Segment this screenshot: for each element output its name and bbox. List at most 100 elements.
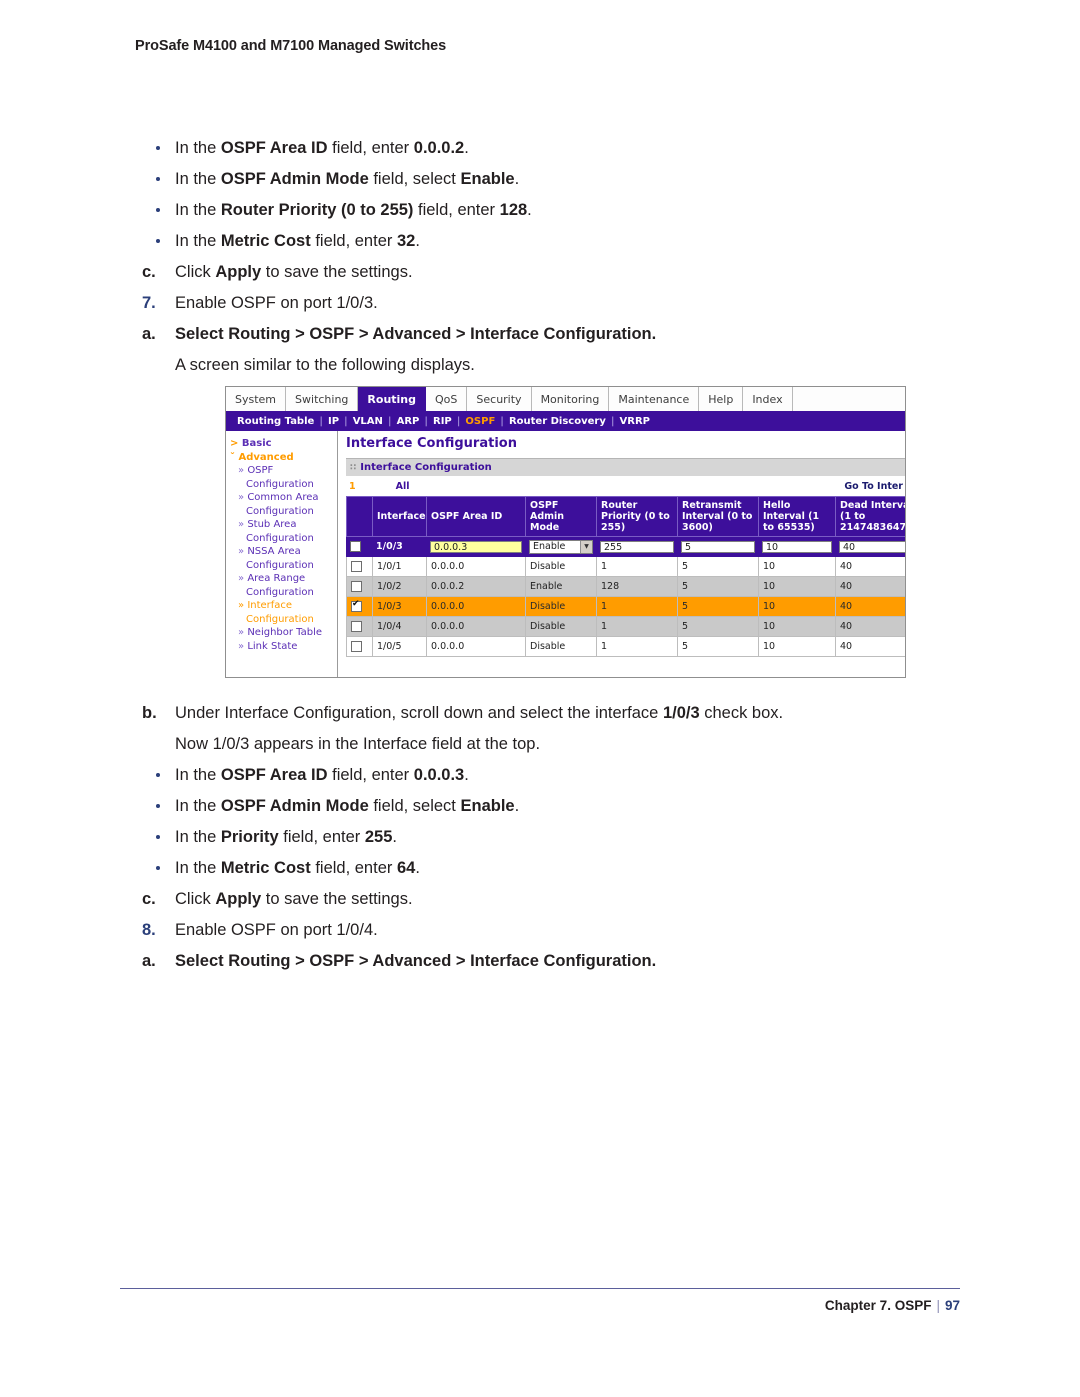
edit-row-area-id-cell[interactable]: 0.0.0.3 [426, 536, 526, 557]
bullet-text-mid: field, select [368, 170, 461, 188]
step-7: 7. Enable OSPF on port 1/0/3. [120, 288, 980, 319]
sidebar-item-link-state[interactable]: » Link State [230, 640, 337, 654]
sidebar-item-interface-configuration[interactable]: Configuration [230, 613, 337, 627]
sidebar-item-common-area-configuration[interactable]: Configuration [230, 505, 337, 519]
sidebar-item-stub-area[interactable]: » Stub Area [230, 518, 337, 532]
retransmit-interval-input[interactable]: 5 [681, 540, 755, 553]
hello-interval-input[interactable]: 10 [762, 540, 832, 553]
footer-divider [120, 1288, 960, 1289]
double-chevron-icon: » [238, 627, 245, 638]
page-indicator[interactable]: 1 [346, 481, 356, 492]
instruction-block-bottom: b. Under Interface Configuration, scroll… [120, 698, 1000, 977]
bullet-text-bold-field: OSPF Admin Mode [220, 797, 369, 815]
sidebar-item-stub-area-label: Stub Area [247, 519, 297, 530]
page-running-header: ProSafe M4100 and M7100 Managed Switches [135, 38, 447, 54]
sidebar-item-nssa-area-configuration[interactable]: Configuration [230, 559, 337, 573]
row-priority: 1 [596, 556, 678, 577]
chevron-down-icon[interactable]: ▼ [580, 540, 592, 553]
sidebar-item-nssa-area[interactable]: » NSSA Area [230, 545, 337, 559]
checkbox-icon[interactable] [350, 541, 361, 552]
table-row[interactable]: 1/0/2 0.0.0.2 Enable 128 5 10 40 [346, 576, 905, 597]
row-interface: 1/0/4 [372, 616, 427, 637]
checkbox-icon[interactable] [351, 599, 362, 612]
subnav-vlan[interactable]: VLAN [348, 416, 388, 427]
tab-monitoring[interactable]: Monitoring [531, 387, 610, 411]
table-row[interactable]: 1/0/5 0.0.0.0 Disable 1 5 10 40 [346, 636, 905, 657]
subnav-rip[interactable]: RIP [428, 416, 457, 427]
step-7a-path: Routing > OSPF > Advanced > Interface Co… [228, 325, 652, 343]
row-hello: 10 [758, 596, 836, 617]
bullet-text-bold-field: OSPF Area ID [220, 766, 328, 784]
edit-row-hello-cell[interactable]: 10 [758, 536, 836, 557]
sidebar-item-ospf[interactable]: » OSPF [230, 464, 337, 478]
row-checkbox-cell[interactable] [346, 636, 373, 657]
step-b: b. Under Interface Configuration, scroll… [120, 698, 1000, 729]
sidebar-item-stub-area-configuration[interactable]: Configuration [230, 532, 337, 546]
tab-system[interactable]: System [226, 387, 287, 411]
checkbox-icon[interactable] [351, 621, 362, 632]
tab-help[interactable]: Help [699, 387, 744, 411]
row-checkbox-cell[interactable] [346, 556, 373, 577]
tab-routing[interactable]: Routing [358, 387, 427, 411]
list-item: In the Metric Cost field, enter 64. [120, 853, 1000, 884]
footer-page-number: 97 [944, 1298, 960, 1313]
bullet-text-mid: field, enter [327, 139, 414, 157]
checkbox-icon[interactable] [351, 581, 362, 592]
sidebar-item-interface[interactable]: » Interface [230, 599, 337, 613]
tab-maintenance[interactable]: Maintenance [609, 387, 700, 411]
row-checkbox-cell[interactable] [346, 596, 373, 617]
edit-row-admin-mode-cell[interactable]: Enable ▼ [525, 536, 597, 557]
sidebar-item-basic[interactable]: > Basic [230, 437, 337, 451]
routing-subnav: Routing Table | IP | VLAN | ARP | RIP | OSPF |… [226, 412, 905, 431]
table-row-selected[interactable]: 1/0/3 0.0.0.0 Disable 1 5 10 40 [346, 596, 905, 617]
subnav-ip[interactable]: IP [323, 416, 344, 427]
tab-qos[interactable]: QoS [426, 387, 468, 411]
step-c-post: to save the settings. [261, 263, 413, 281]
row-dead: 40 [835, 556, 905, 577]
edit-row-checkbox-cell[interactable] [346, 536, 373, 557]
edit-row-dead-cell[interactable]: 40 [835, 536, 905, 557]
subnav-arp[interactable]: ARP [392, 416, 425, 427]
step-b-label: b. [142, 704, 157, 722]
row-checkbox-cell[interactable] [346, 616, 373, 637]
table-row[interactable]: 1/0/1 0.0.0.0 Disable 1 5 10 40 [346, 556, 905, 577]
tab-index[interactable]: Index [743, 387, 793, 411]
bullet-text-bold-field: OSPF Area ID [220, 139, 328, 157]
sidebar-item-area-range[interactable]: » Area Range [230, 572, 337, 586]
tab-security[interactable]: Security [467, 387, 532, 411]
tab-switching[interactable]: Switching [286, 387, 359, 411]
step-7a: a. Select Routing > OSPF > Advanced > In… [120, 319, 980, 350]
filter-all-link[interactable]: All [396, 481, 410, 492]
ospf-admin-mode-select[interactable]: Enable ▼ [529, 539, 593, 554]
subnav-router-discovery[interactable]: Router Discovery [504, 416, 611, 427]
bullet-text-pre: In the [175, 170, 221, 188]
checkbox-icon[interactable] [351, 561, 362, 572]
table-row[interactable]: 1/0/4 0.0.0.0 Disable 1 5 10 40 [346, 616, 905, 637]
subnav-routing-table[interactable]: Routing Table [232, 416, 319, 427]
sidebar-item-neighbor-table[interactable]: » Neighbor Table [230, 626, 337, 640]
row-checkbox-cell[interactable] [346, 576, 373, 597]
checkbox-icon[interactable] [351, 641, 362, 652]
tab-bar-filler [792, 387, 905, 411]
step-8-text: Enable OSPF on port 1/0/4. [175, 921, 378, 939]
step-8a-pre: Select [175, 952, 229, 970]
bullet-text-mid: field, enter [310, 859, 397, 877]
row-interface: 1/0/3 [372, 596, 427, 617]
edit-row-priority-cell[interactable]: 255 [596, 536, 678, 557]
dead-interval-input[interactable]: 40 [839, 540, 905, 553]
column-retransmit-interval: Retransmit Interval (0 to 3600) [677, 496, 759, 537]
sidebar-item-area-range-configuration[interactable]: Configuration [230, 586, 337, 600]
edit-row-retransmit-cell[interactable]: 5 [677, 536, 759, 557]
bullet-text-post: . [415, 232, 420, 250]
double-chevron-icon: » [238, 546, 245, 557]
ospf-area-id-input[interactable]: 0.0.0.3 [430, 540, 522, 553]
subnav-ospf[interactable]: OSPF [460, 416, 500, 427]
sidebar-item-ospf-configuration[interactable]: Configuration [230, 478, 337, 492]
step-7a-note: A screen similar to the following displa… [175, 356, 475, 374]
bullet-dot-icon [156, 146, 160, 150]
router-priority-input[interactable]: 255 [600, 540, 674, 553]
subnav-vrrp[interactable]: VRRP [615, 416, 655, 427]
sidebar-item-advanced[interactable]: ˇ Advanced [230, 451, 337, 465]
sidebar-item-common-area[interactable]: » Common Area [230, 491, 337, 505]
row-priority: 128 [596, 576, 678, 597]
